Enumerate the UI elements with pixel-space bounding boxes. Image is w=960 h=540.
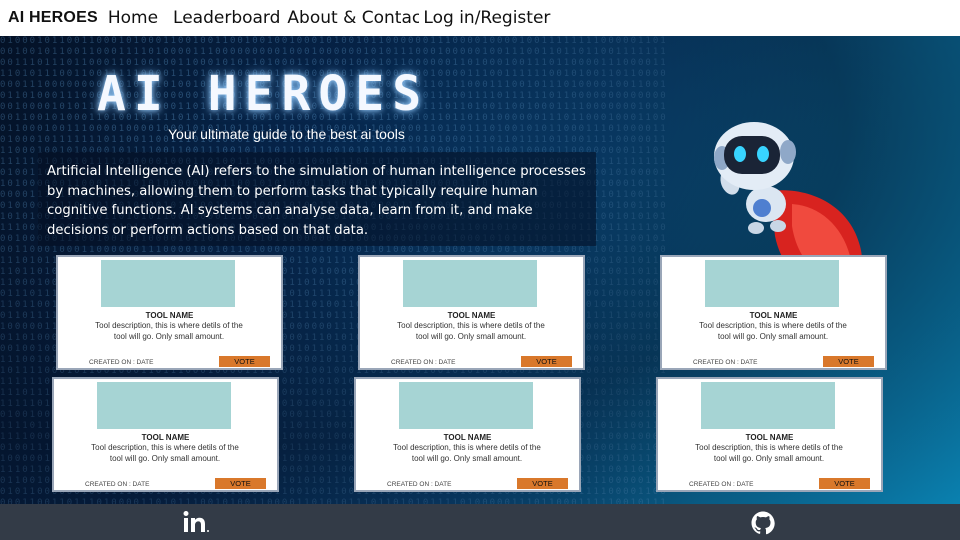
tool-created-date: CREATED ON : DATE <box>391 359 456 366</box>
brand-logo[interactable]: AI HEROES <box>8 9 98 27</box>
hero-subtitle: Your ultimate guide to the best ai tools <box>168 126 405 142</box>
vote-button[interactable]: VOTE <box>219 356 270 367</box>
tool-description: Tool description, this is where detils o… <box>699 321 847 341</box>
tool-description: Tool description, this is where detils o… <box>397 321 545 341</box>
nav-leaderboard-link[interactable]: Leaderboard <box>173 8 280 28</box>
vote-button[interactable]: VOTE <box>819 478 870 489</box>
github-icon <box>751 511 775 535</box>
tool-card[interactable]: TOOL NAME Tool description, this is wher… <box>358 255 585 370</box>
tool-card[interactable]: TOOL NAME Tool description, this is wher… <box>354 377 581 492</box>
tool-thumbnail <box>101 260 235 307</box>
github-link[interactable] <box>751 511 775 535</box>
footer <box>0 504 960 540</box>
linkedin-link[interactable] <box>182 510 210 534</box>
tool-created-date: CREATED ON : DATE <box>689 481 754 488</box>
tool-card[interactable]: TOOL NAME Tool description, this is wher… <box>56 255 283 370</box>
tool-created-date: CREATED ON : DATE <box>85 481 150 488</box>
vote-button[interactable]: VOTE <box>521 356 572 367</box>
tool-description: Tool description, this is where detils o… <box>393 443 541 463</box>
tool-card[interactable]: TOOL NAME Tool description, this is wher… <box>660 255 887 370</box>
top-nav: AI HEROES Home Leaderboard About & Conta… <box>0 0 960 36</box>
tool-description: Tool description, this is where detils o… <box>95 321 243 341</box>
tool-name: TOOL NAME <box>141 433 190 442</box>
vote-button[interactable]: VOTE <box>823 356 874 367</box>
nav-login-register-link[interactable]: Log in/Register <box>423 8 550 28</box>
tool-thumbnail <box>97 382 231 429</box>
tool-created-date: CREATED ON : DATE <box>89 359 154 366</box>
tool-created-date: CREATED ON : DATE <box>693 359 758 366</box>
tool-card[interactable]: TOOL NAME Tool description, this is wher… <box>656 377 883 492</box>
ai-description: Artificial Intelligence (AI) refers to t… <box>47 164 586 238</box>
linkedin-icon <box>183 511 209 532</box>
vote-button[interactable]: VOTE <box>215 478 266 489</box>
nav-about-contact-link[interactable]: About & Contac <box>287 8 419 28</box>
description-panel: Artificial Intelligence (AI) refers to t… <box>38 152 596 246</box>
tool-description: Tool description, this is where detils o… <box>695 443 843 463</box>
hero-title: AI HEROES <box>97 66 430 122</box>
tool-name: TOOL NAME <box>749 311 798 320</box>
nav-home-link[interactable]: Home <box>108 8 158 28</box>
tool-card[interactable]: TOOL NAME Tool description, this is wher… <box>52 377 279 492</box>
tool-name: TOOL NAME <box>745 433 794 442</box>
vote-button[interactable]: VOTE <box>517 478 568 489</box>
hero-section: 0100010110011000101000110010011001001001… <box>0 36 960 504</box>
tool-thumbnail <box>399 382 533 429</box>
tool-thumbnail <box>403 260 537 307</box>
tool-thumbnail <box>701 382 835 429</box>
tool-created-date: CREATED ON : DATE <box>387 481 452 488</box>
tool-name: TOOL NAME <box>145 311 194 320</box>
tool-name: TOOL NAME <box>447 311 496 320</box>
tool-thumbnail <box>705 260 839 307</box>
tool-name: TOOL NAME <box>443 433 492 442</box>
tool-description: Tool description, this is where detils o… <box>91 443 239 463</box>
